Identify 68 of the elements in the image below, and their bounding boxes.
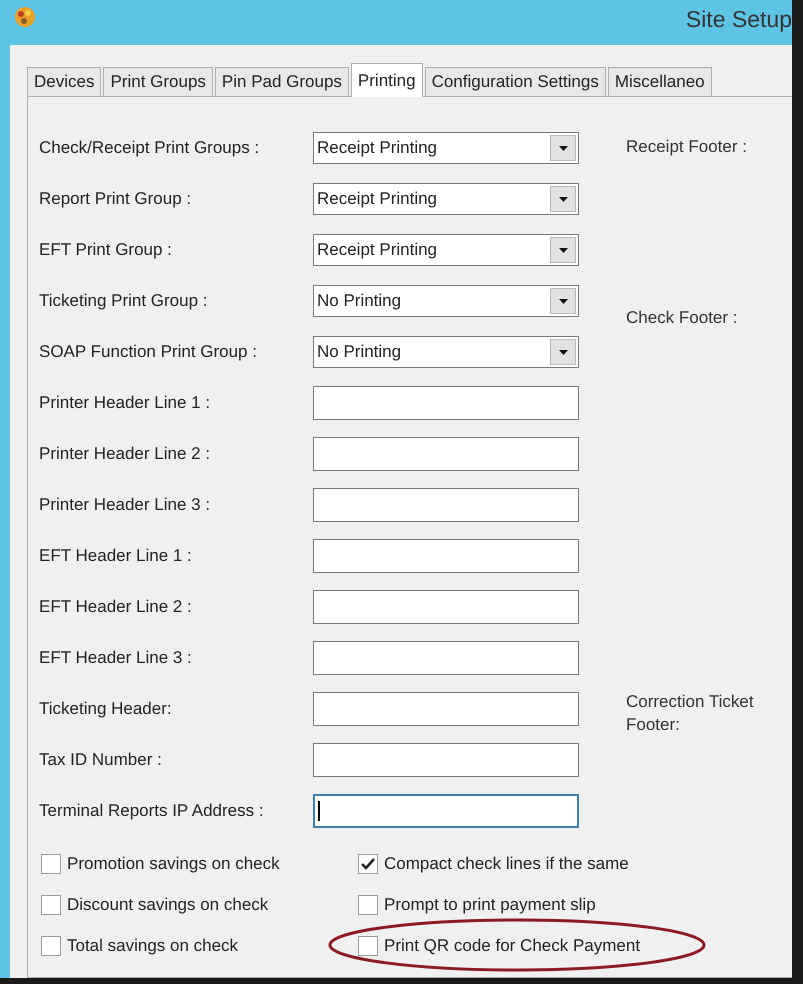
checkbox[interactable] xyxy=(358,895,378,915)
input-field[interactable] xyxy=(313,641,579,675)
tab[interactable]: Configuration Settings xyxy=(424,67,606,96)
dropdown[interactable]: Receipt Printing xyxy=(313,132,579,164)
footer-label: Correction Ticket Footer: xyxy=(626,691,755,736)
dropdown[interactable]: Receipt Printing xyxy=(313,183,579,215)
checkbox-label: Discount savings on check xyxy=(67,895,268,915)
tab[interactable]: Miscellaneo xyxy=(608,67,712,96)
dropdown-value: Receipt Printing xyxy=(317,240,438,260)
caret-down-icon xyxy=(558,248,568,252)
tab[interactable]: Print Groups xyxy=(103,67,213,96)
checkbox[interactable] xyxy=(41,895,61,915)
input-field[interactable] xyxy=(313,590,579,624)
field-label: Report Print Group : xyxy=(39,189,192,209)
caret-down-icon xyxy=(558,350,568,354)
checkbox-label: Compact check lines if the same xyxy=(384,854,629,874)
dropdown-button[interactable] xyxy=(550,186,576,212)
field-label: EFT Print Group : xyxy=(39,240,173,260)
input-field[interactable] xyxy=(313,794,579,828)
input-field[interactable] xyxy=(313,692,579,726)
field-label: EFT Header Line 1 : xyxy=(39,546,193,566)
field-label: Terminal Reports IP Address : xyxy=(39,801,265,821)
dropdown[interactable]: Receipt Printing xyxy=(313,234,579,266)
dropdown-button[interactable] xyxy=(550,339,576,365)
checkbox[interactable] xyxy=(41,854,61,874)
footer-label: Receipt Footer : xyxy=(626,136,748,158)
dropdown-value: No Printing xyxy=(317,291,402,311)
field-label: Printer Header Line 2 : xyxy=(39,444,212,464)
input-field[interactable] xyxy=(313,488,579,522)
input-field[interactable] xyxy=(313,539,579,573)
input-field[interactable] xyxy=(313,386,579,420)
caret-down-icon xyxy=(558,196,568,202)
app-icon xyxy=(12,5,38,29)
checkbox[interactable] xyxy=(358,936,378,956)
input-field[interactable] xyxy=(313,743,579,777)
field-label: Printer Header Line 1 : xyxy=(39,393,212,413)
checkbox[interactable] xyxy=(358,854,378,874)
tab[interactable]: Pin Pad Groups xyxy=(214,67,349,96)
checkbox-label: Print QR code for Check Payment xyxy=(384,936,640,956)
caret-down-icon xyxy=(558,146,568,150)
text-cursor xyxy=(318,801,320,821)
checkmark-icon xyxy=(361,858,375,870)
checkbox[interactable] xyxy=(41,936,61,956)
checkbox-label: Prompt to print payment slip xyxy=(384,895,596,915)
dropdown-value: Receipt Printing xyxy=(317,138,438,158)
checkbox-label: Total savings on check xyxy=(67,936,238,956)
caret-down-icon xyxy=(558,298,568,304)
dropdown-button[interactable] xyxy=(550,237,576,263)
dropdown[interactable]: No Printing xyxy=(313,285,579,317)
window-title: Site Setup xyxy=(686,6,792,33)
field-label: Tax ID Number : xyxy=(39,750,163,770)
checkbox-label: Promotion savings on check xyxy=(67,854,280,874)
footer-label: Check Footer : xyxy=(626,307,738,329)
field-label: EFT Header Line 3 : xyxy=(39,648,193,668)
dropdown[interactable]: No Printing xyxy=(313,336,579,368)
dropdown-value: No Printing xyxy=(317,342,402,362)
tab[interactable]: Devices xyxy=(27,67,102,96)
field-label: Ticketing Header: xyxy=(39,699,173,719)
field-label: Ticketing Print Group : xyxy=(39,291,208,311)
field-label: EFT Header Line 2 : xyxy=(39,597,193,617)
tab[interactable]: Printing xyxy=(350,63,423,97)
field-label: Printer Header Line 3 : xyxy=(39,495,212,515)
dropdown-button[interactable] xyxy=(550,135,576,161)
dropdown-button[interactable] xyxy=(550,288,576,314)
field-label: SOAP Function Print Group : xyxy=(39,342,258,362)
field-label: Check/Receipt Print Groups : xyxy=(39,138,260,158)
dropdown-value: Receipt Printing xyxy=(317,189,438,209)
input-field[interactable] xyxy=(313,437,579,471)
